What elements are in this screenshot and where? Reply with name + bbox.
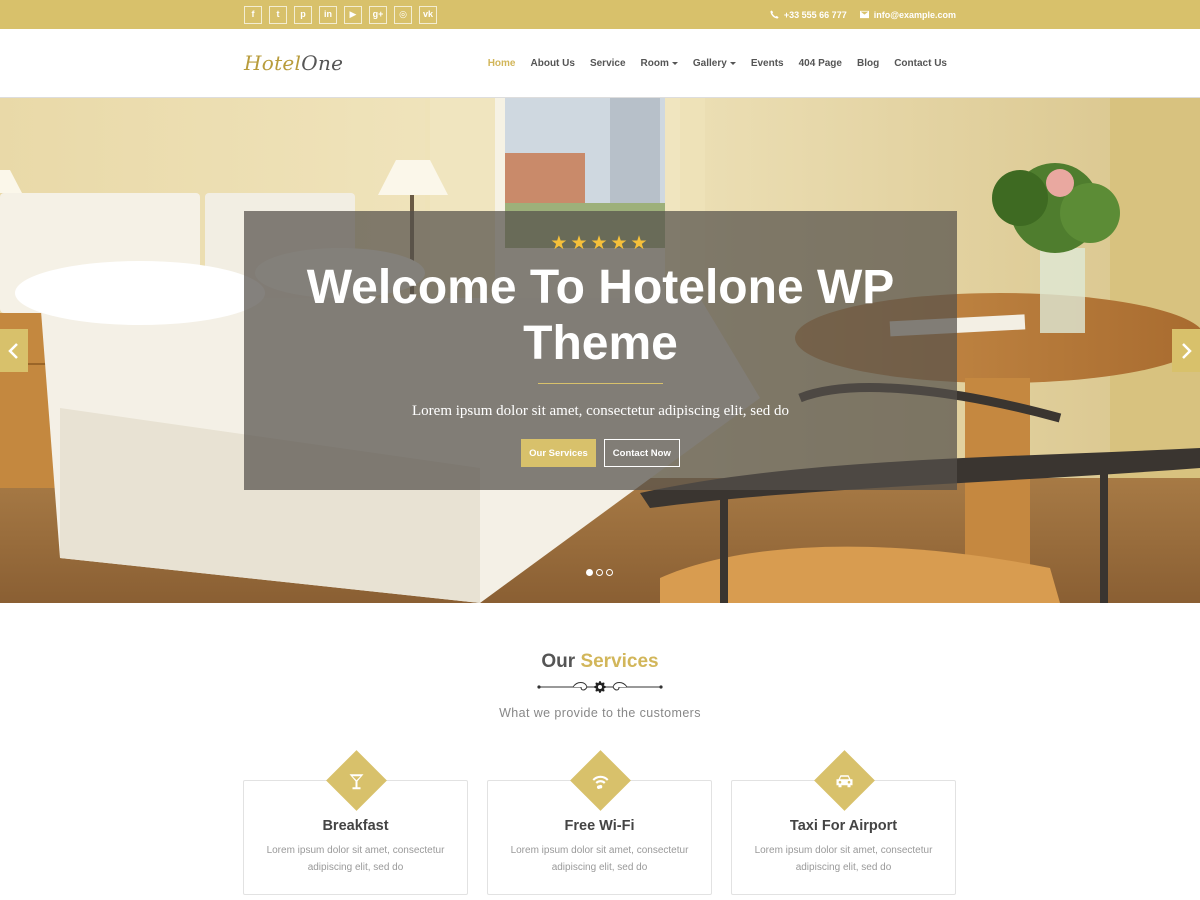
car-icon (836, 774, 852, 787)
top-bar: f t p in ▶ g+ ◎ vk +33 555 66 777 info@e… (0, 0, 1200, 29)
hero-slider: ★★★★★ Welcome To Hotelone WP Theme Lorem… (0, 98, 1200, 603)
nav-home[interactable]: Home (488, 58, 516, 69)
nav-contact-us[interactable]: Contact Us (894, 58, 947, 69)
phone-icon (770, 10, 779, 19)
nav-label: Events (750, 57, 784, 69)
hero-subtitle: Lorem ipsum dolor sit amet, consectetur … (412, 403, 789, 419)
nav-events[interactable]: Events (751, 58, 784, 69)
envelope-icon (859, 10, 869, 19)
slider-dot-1[interactable] (586, 569, 593, 576)
card-icon-badge (569, 750, 631, 811)
card-title: Taxi For Airport (789, 818, 898, 834)
nav-service[interactable]: Service (590, 58, 626, 69)
nav-404-page[interactable]: 404 Page (799, 58, 842, 69)
pinterest-icon[interactable]: p (294, 5, 312, 24)
phone-number: +33 555 66 777 (783, 9, 847, 20)
instagram-icon[interactable]: ◎ (394, 5, 412, 24)
facebook-icon[interactable]: f (244, 5, 262, 24)
logo-text-one: One (301, 51, 344, 75)
services-section: Our Services What we provide to the cust… (0, 603, 1200, 895)
cocktail-icon (349, 773, 363, 789)
site-logo[interactable]: HotelOne (244, 51, 343, 75)
ornament-divider (537, 681, 663, 693)
logo-text-hotel: Hotel (244, 51, 302, 75)
nav-label: Service (589, 57, 626, 69)
slider-next-button[interactable] (1172, 329, 1200, 372)
nav-blog[interactable]: Blog (857, 58, 879, 69)
slider-pagination (586, 569, 613, 576)
card-icon-badge (325, 750, 387, 811)
hero-title-line-1: Welcome To Hotelone WP (306, 261, 895, 314)
nav-label: Home (487, 57, 516, 69)
slider-dot-2[interactable] (596, 569, 603, 576)
nav-room[interactable]: Room (641, 58, 678, 69)
vk-icon[interactable]: vk (419, 5, 437, 24)
social-links: f t p in ▶ g+ ◎ vk (244, 5, 437, 24)
wifi-icon (592, 775, 608, 789)
main-nav: Home About Us Service Room Gallery Event… (488, 58, 947, 69)
phone-contact[interactable]: +33 555 66 777 (770, 10, 847, 20)
contact-info: +33 555 66 777 info@example.com (770, 10, 956, 20)
card-text: Lorem ipsum dolor sit amet, consectetur … (510, 845, 689, 873)
slider-prev-button[interactable] (0, 329, 28, 372)
google-plus-icon[interactable]: g+ (369, 5, 387, 24)
card-title: Breakfast (322, 818, 389, 834)
card-title: Free Wi-Fi (564, 818, 635, 834)
email-address: info@example.com (873, 9, 956, 20)
service-card-taxi[interactable]: Taxi For Airport Lorem ipsum dolor sit a… (731, 750, 956, 895)
slider-dot-3[interactable] (606, 569, 613, 576)
services-title-part-2: Services (580, 651, 659, 672)
hero-title: Welcome To Hotelone WP Theme (244, 260, 957, 372)
nav-label: About Us (530, 57, 575, 69)
twitter-icon[interactable]: t (269, 5, 287, 24)
hero-buttons: Our Services Contact Now (244, 439, 957, 467)
youtube-icon[interactable]: ▶ (344, 5, 362, 24)
service-card-wifi[interactable]: Free Wi-Fi Lorem ipsum dolor sit amet, c… (487, 750, 712, 895)
services-title: Our Services (0, 651, 1200, 673)
nav-label: Room (640, 57, 669, 69)
service-card-breakfast[interactable]: Breakfast Lorem ipsum dolor sit amet, co… (243, 750, 468, 895)
nav-label: Blog (856, 57, 880, 69)
nav-about-us[interactable]: About Us (531, 58, 575, 69)
card-text: Lorem ipsum dolor sit amet, consectetur … (754, 845, 933, 873)
contact-now-button[interactable]: Contact Now (603, 439, 680, 467)
nav-label: Gallery (692, 57, 727, 69)
nav-gallery[interactable]: Gallery (693, 58, 736, 69)
card-icon-badge (813, 750, 875, 811)
nav-label: 404 Page (798, 57, 842, 69)
caret-down-icon (729, 61, 736, 65)
linkedin-icon[interactable]: in (319, 5, 337, 24)
our-services-button[interactable]: Our Services (521, 439, 596, 467)
services-title-part-1: Our (541, 651, 576, 672)
rating-stars: ★★★★★ (550, 233, 651, 254)
nav-label: Contact Us (894, 57, 947, 69)
hero-caption: ★★★★★ Welcome To Hotelone WP Theme Lorem… (244, 211, 957, 490)
caret-down-icon (671, 61, 678, 65)
hero-divider (538, 383, 663, 384)
email-contact[interactable]: info@example.com (859, 9, 956, 20)
chevron-left-icon (8, 342, 18, 359)
site-header: HotelOne Home About Us Service Room Gall… (0, 29, 1200, 98)
hero-title-line-2: Theme (523, 317, 678, 370)
services-subtitle: What we provide to the customers (499, 706, 701, 720)
service-cards: Breakfast Lorem ipsum dolor sit amet, co… (0, 750, 1200, 895)
chevron-right-icon (1182, 342, 1192, 359)
card-text: Lorem ipsum dolor sit amet, consectetur … (266, 845, 445, 873)
